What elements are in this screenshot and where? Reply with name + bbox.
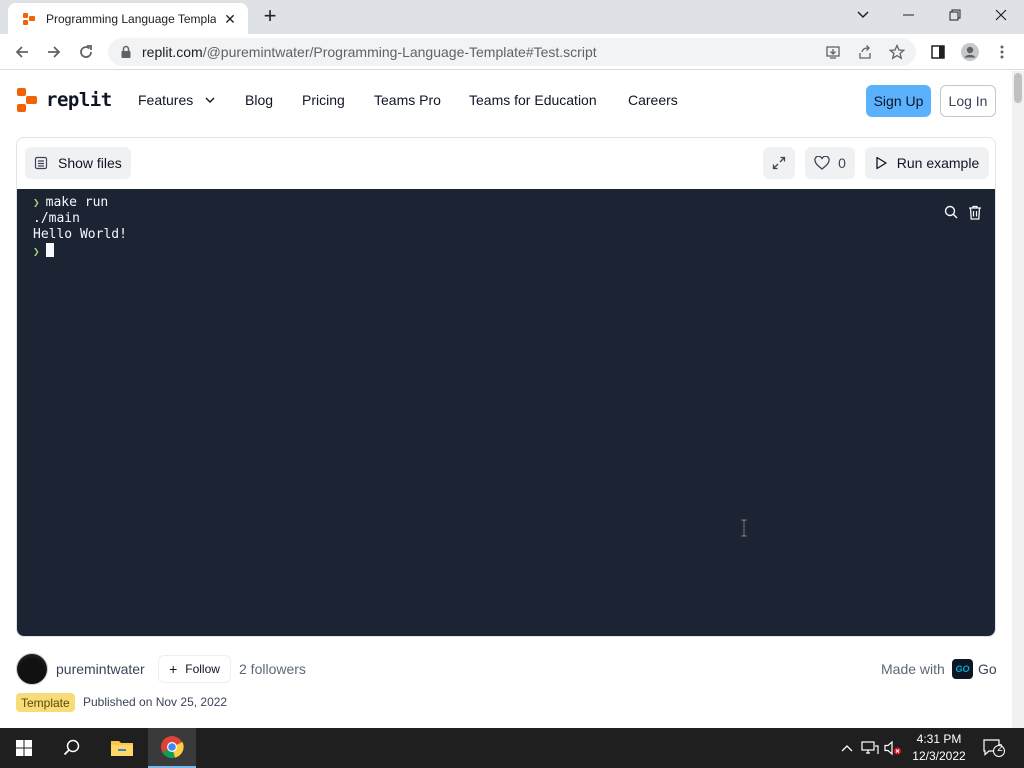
- published-date: Published on Nov 25, 2022: [83, 695, 228, 709]
- go-language-icon: GO: [952, 659, 973, 679]
- tray-chevron-up-icon[interactable]: [838, 738, 856, 758]
- restore-button[interactable]: [932, 0, 978, 30]
- author-name[interactable]: puremintwater: [56, 661, 145, 677]
- nav-features-label: Features: [138, 92, 194, 108]
- url-host: replit.com: [142, 44, 203, 60]
- console-input-line[interactable]: ❯: [33, 243, 127, 259]
- back-arrow-icon[interactable]: [8, 38, 36, 66]
- chrome-menu-icon[interactable]: [988, 38, 1016, 66]
- profile-avatar-icon[interactable]: [956, 38, 984, 66]
- nav-teams-education[interactable]: Teams for Education: [469, 92, 597, 108]
- nav-teams-pro[interactable]: Teams Pro: [374, 92, 441, 108]
- windows-taskbar: 4:31 PM 12/3/2022 2: [0, 728, 1024, 768]
- file-explorer-icon[interactable]: [98, 728, 146, 768]
- console-line: ./main: [33, 211, 127, 227]
- prompt-chevron-icon: ❯: [33, 196, 40, 209]
- console[interactable]: ❯ make run ./main Hello World! ❯: [17, 189, 995, 636]
- side-panel-icon[interactable]: [924, 38, 952, 66]
- show-files-label: Show files: [58, 155, 122, 171]
- clock-time: 4:31 PM: [916, 732, 962, 746]
- browser-toolbar: replit.com/@puremintwater/Programming-La…: [0, 34, 1024, 70]
- terminal-cursor: [45, 243, 54, 257]
- follow-label: Follow: [185, 662, 220, 676]
- forward-arrow-icon[interactable]: [40, 38, 68, 66]
- search-icon[interactable]: [941, 202, 961, 222]
- expand-icon: [772, 156, 786, 170]
- browser-tab[interactable]: Programming Language Templat ✕: [8, 3, 248, 34]
- author-avatar[interactable]: [16, 653, 48, 685]
- tab-title: Programming Language Templat: [46, 11, 216, 26]
- lock-icon: [121, 45, 131, 58]
- console-line-text: Hello World!: [33, 227, 127, 242]
- bookmark-star-icon[interactable]: [888, 43, 906, 60]
- scrollbar-thumb[interactable]: [1014, 73, 1022, 103]
- console-line: ❯ make run: [33, 195, 127, 211]
- notifications-count: 2: [997, 743, 1003, 754]
- nav-careers[interactable]: Careers: [628, 92, 678, 108]
- volume-muted-icon[interactable]: [884, 738, 902, 758]
- url-text: replit.com/@puremintwater/Programming-La…: [142, 44, 597, 60]
- network-icon[interactable]: [861, 738, 879, 758]
- like-count: 0: [838, 155, 846, 171]
- logo-text: replit: [46, 89, 112, 111]
- console-line: Hello World!: [33, 227, 127, 243]
- nav-pricing[interactable]: Pricing: [302, 92, 345, 108]
- reload-icon[interactable]: [72, 38, 100, 66]
- run-example-label: Run example: [896, 155, 980, 171]
- expand-button[interactable]: [763, 147, 795, 179]
- show-files-button[interactable]: Show files: [25, 147, 131, 179]
- taskbar-search-icon[interactable]: [48, 728, 96, 768]
- embed-toolbar: Show files 0 Run example: [17, 138, 995, 189]
- console-line-text: make run: [45, 195, 109, 210]
- tab-search-icon[interactable]: [840, 0, 886, 30]
- browser-titlebar: Programming Language Templat ✕ +: [0, 0, 1024, 34]
- nav-features[interactable]: Features: [138, 92, 215, 108]
- repl-embed: Show files 0 Run example ❯ make run ./main…: [16, 137, 996, 637]
- play-icon: [876, 156, 887, 170]
- language-name[interactable]: Go: [978, 661, 997, 677]
- minimize-button[interactable]: [886, 0, 932, 30]
- files-icon: [34, 156, 48, 170]
- new-tab-button[interactable]: +: [258, 5, 282, 28]
- close-tab-icon[interactable]: ✕: [222, 11, 238, 27]
- windows-start-icon[interactable]: [0, 728, 48, 768]
- plus-icon: +: [169, 661, 178, 677]
- url-path: /@puremintwater/Programming-Language-Tem…: [202, 44, 597, 60]
- chrome-taskbar-icon[interactable]: [148, 728, 196, 768]
- made-with-label: Made with: [881, 661, 945, 677]
- console-line-text: ./main: [33, 211, 80, 226]
- install-app-icon[interactable]: [825, 44, 841, 60]
- follow-button[interactable]: + Follow: [158, 655, 231, 683]
- share-icon[interactable]: [857, 44, 873, 60]
- taskbar-clock[interactable]: 4:31 PM 12/3/2022: [906, 731, 972, 765]
- replit-favicon-icon: [22, 12, 36, 26]
- chevron-down-icon: [205, 97, 215, 103]
- template-badge: Template: [16, 693, 75, 712]
- page-scrollbar[interactable]: [1012, 71, 1024, 728]
- prompt-chevron-icon: ❯: [33, 245, 40, 258]
- signup-button[interactable]: Sign Up: [866, 85, 931, 117]
- address-bar[interactable]: replit.com/@puremintwater/Programming-La…: [108, 38, 916, 66]
- login-button[interactable]: Log In: [940, 85, 996, 117]
- replit-logo[interactable]: replit: [17, 88, 112, 112]
- console-output: ❯ make run ./main Hello World! ❯: [33, 195, 127, 259]
- notifications-icon[interactable]: 2: [982, 738, 1006, 758]
- text-cursor-icon: [739, 519, 749, 537]
- run-example-button[interactable]: Run example: [865, 147, 989, 179]
- clock-date: 12/3/2022: [912, 749, 966, 763]
- replit-logo-icon: [17, 88, 38, 112]
- like-button[interactable]: 0: [805, 147, 855, 179]
- heart-icon: [814, 156, 830, 170]
- close-window-button[interactable]: [978, 0, 1024, 30]
- nav-blog[interactable]: Blog: [245, 92, 273, 108]
- followers-count[interactable]: 2 followers: [239, 661, 306, 677]
- trash-icon[interactable]: [965, 202, 985, 222]
